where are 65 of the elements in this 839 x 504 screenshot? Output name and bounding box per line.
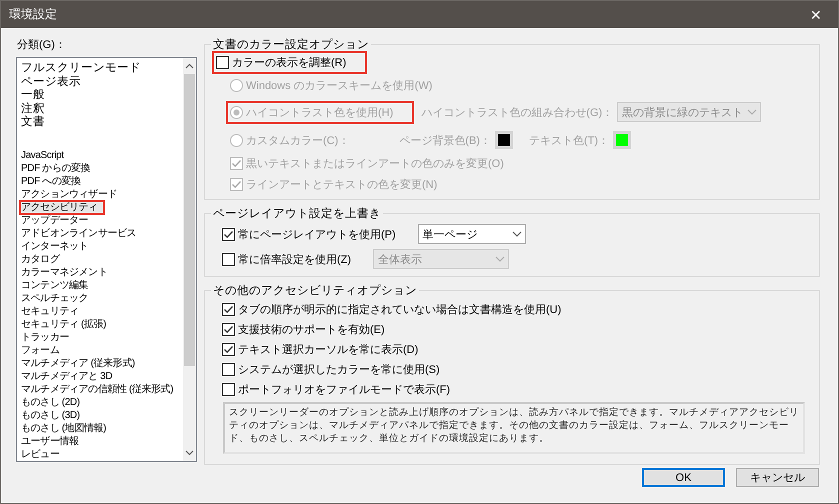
accessibility-option[interactable]: タブの順序が明示的に指定されていない場合は文書構造を使用(U): [221, 300, 580, 318]
category-item[interactable]: ユーザー情報: [20, 435, 181, 448]
dialog-button[interactable]: キャンセル: [736, 468, 819, 487]
category-item[interactable]: ものさし (地図情報): [20, 422, 181, 435]
layout-option[interactable]: 常に倍率設定を使用(Z): [221, 250, 370, 268]
category-item[interactable]: PDF への変換: [20, 175, 181, 188]
chevron-down-icon: [512, 231, 522, 237]
accessibility-option[interactable]: 支援技術のサポートを有効(E): [221, 320, 403, 338]
combo-label: ハイコントラスト色の組み合わせ(G)：: [421, 106, 614, 120]
category-label: 分類(G)：: [16, 38, 67, 52]
accessibility-option[interactable]: テキスト選択カーソルを常に表示(D): [221, 340, 436, 358]
layout-select[interactable]: 単一ページ: [418, 224, 526, 244]
category-item[interactable]: カラーマネジメント: [20, 266, 181, 279]
accessibility-option[interactable]: ポートフォリオをファイルモードで表示(F): [221, 380, 468, 398]
category-item[interactable]: JavaScript: [20, 149, 181, 162]
category-item[interactable]: 文書: [20, 116, 181, 130]
checkbox[interactable]: [222, 252, 235, 266]
category-item[interactable]: アクセシビリティ: [20, 201, 104, 214]
checkbox[interactable]: [222, 362, 235, 376]
checkbox[interactable]: [222, 322, 235, 336]
window-title: 環境設定: [9, 6, 57, 23]
info-note: スクリーンリーダーのオプションと読み上げ順序のオプションは、読み方パネルで指定できます。マルチメディアアクセシビリティのオプションは、マルチメディアパネルで指定できます。その他の文書のカラー設定は、フォーム、フルスクリーンモード、ものさし、スペルチェック、単位とガイドの環境設定にあります。: [223, 402, 805, 454]
checkbox[interactable]: [216, 56, 229, 69]
scrollbar-thumb[interactable]: [184, 74, 195, 366]
group-title: ページレイアウト設定を上書き: [212, 206, 382, 221]
category-item[interactable]: カタログ: [20, 253, 181, 266]
category-item[interactable]: ページ表示: [20, 76, 181, 90]
scroll-up-icon[interactable]: [185, 62, 194, 71]
chevron-down-icon: [495, 256, 506, 262]
category-item[interactable]: フォーム: [20, 344, 181, 357]
category-item[interactable]: マルチメディアと 3D: [20, 370, 181, 383]
scrollbar[interactable]: [183, 58, 196, 461]
category-item[interactable]: PDF からの変換: [20, 162, 181, 175]
category-item[interactable]: セキュリティ (拡張): [20, 318, 181, 331]
group-title: 文書のカラー設定オプション: [212, 37, 370, 52]
checkbox[interactable]: [222, 302, 235, 316]
category-item[interactable]: レビュー: [20, 448, 181, 461]
category-item[interactable]: インターネット: [20, 240, 181, 253]
category-item[interactable]: ものさし (3D): [20, 409, 181, 422]
chevron-down-icon: [747, 109, 758, 115]
scroll-down-icon[interactable]: [185, 448, 194, 457]
group-title: その他のアクセシビリティオプション: [212, 283, 418, 298]
dialog-button[interactable]: OK: [642, 468, 725, 487]
category-item[interactable]: 注釈: [20, 102, 181, 116]
category-item[interactable]: アップデーター: [20, 214, 181, 227]
checkbox[interactable]: [222, 382, 235, 396]
category-item[interactable]: コンテンツ編集: [20, 279, 181, 292]
category-item[interactable]: アクションウィザード: [20, 188, 181, 201]
category-item[interactable]: スペルチェック: [20, 292, 181, 305]
checkbox[interactable]: [222, 228, 235, 240]
category-item[interactable]: トラッカー: [20, 331, 181, 344]
accessibility-option[interactable]: システムが選択したカラーを常に使用(S): [221, 360, 458, 378]
category-item[interactable]: ものさし (2D): [20, 396, 181, 409]
adjust-color-option[interactable]: カラーの表示を調整(R): [215, 54, 364, 71]
category-item[interactable]: マルチメディア (従来形式): [20, 357, 181, 370]
close-button[interactable]: ✕: [808, 6, 824, 22]
category-item[interactable]: セキュリティ: [20, 305, 181, 318]
category-item[interactable]: フルスクリーンモード: [20, 62, 181, 76]
category-item[interactable]: マルチメディアの信頼性 (従来形式): [20, 383, 181, 396]
category-item[interactable]: アドビオンラインサービス: [20, 227, 181, 240]
color-label: ページ背景色(B)：: [399, 134, 491, 148]
checkbox[interactable]: [222, 342, 235, 356]
color-label: テキスト色(T)：: [528, 134, 609, 148]
category-item[interactable]: 一般: [20, 89, 181, 103]
layout-option[interactable]: 常にページレイアウトを使用(P): [221, 226, 414, 242]
